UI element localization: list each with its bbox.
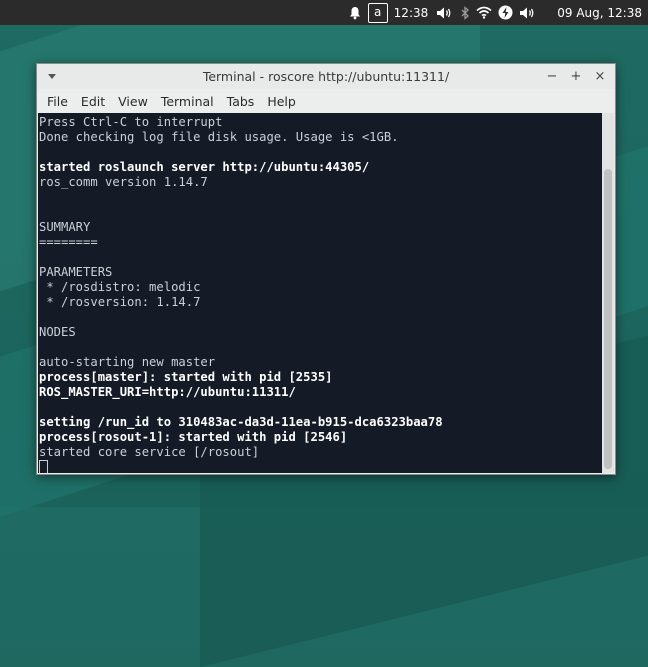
volume-icon[interactable] [519, 0, 537, 25]
terminal-line: * /rosversion: 1.14.7 [39, 295, 201, 309]
keyboard-layout-icon[interactable]: a [367, 0, 388, 25]
menu-bar: File Edit View Terminal Tabs Help [37, 89, 615, 113]
terminal-line: process[master]: started with pid [2535] [39, 370, 333, 384]
terminal-line: NODES [39, 325, 76, 339]
terminal-line: started roslaunch server http://ubuntu:4… [39, 160, 370, 174]
top-panel: a 12:38 09 Aug, 12:38 [0, 0, 648, 25]
terminal-output[interactable]: Press Ctrl-C to interrupt Done checking … [39, 115, 601, 473]
menu-view[interactable]: View [112, 94, 154, 109]
terminal-line: * /rosdistro: melodic [39, 280, 201, 294]
power-icon[interactable] [498, 0, 513, 25]
terminal-line: ======== [39, 235, 98, 249]
window-controls: − + × [545, 68, 607, 84]
keyboard-layout-label: a [367, 2, 388, 23]
terminal-line: ros_comm version 1.14.7 [39, 175, 208, 189]
panel-date[interactable]: 09 Aug, 12:38 [557, 0, 642, 25]
minimize-button[interactable]: − [545, 68, 559, 84]
bell-icon[interactable] [348, 0, 362, 25]
scrollbar-thumb[interactable] [604, 169, 612, 469]
menu-tabs[interactable]: Tabs [221, 94, 261, 109]
terminal-scrollbar[interactable] [602, 113, 614, 473]
terminal-line: Done checking log file disk usage. Usage… [39, 130, 399, 144]
panel-clock[interactable]: 12:38 [394, 0, 429, 25]
window-title: Terminal - roscore http://ubuntu:11311/ [202, 69, 450, 84]
menu-terminal[interactable]: Terminal [155, 94, 220, 109]
terminal-prompt-line [39, 460, 601, 473]
terminal-line: auto-starting new master [39, 355, 216, 369]
menu-help[interactable]: Help [261, 94, 302, 109]
terminal-cursor [39, 460, 48, 473]
terminal-line: SUMMARY [39, 220, 91, 234]
volume-icon[interactable] [436, 0, 454, 25]
terminal-line: PARAMETERS [39, 265, 113, 279]
terminal-line: ROS_MASTER_URI=http://ubuntu:11311/ [39, 385, 296, 399]
terminal-line: process[rosout-1]: started with pid [254… [39, 430, 348, 444]
terminal-line: started core service [/rosout] [39, 445, 260, 459]
wifi-icon[interactable] [476, 0, 492, 25]
close-button[interactable]: × [593, 68, 607, 84]
window-titlebar[interactable]: Terminal - roscore http://ubuntu:11311/ … [37, 64, 615, 89]
menu-file[interactable]: File [41, 94, 74, 109]
terminal-window: Terminal - roscore http://ubuntu:11311/ … [36, 63, 616, 475]
bluetooth-icon[interactable] [460, 0, 470, 25]
terminal-area[interactable]: Press Ctrl-C to interrupt Done checking … [38, 113, 614, 473]
system-tray: a 12:38 09 Aug, 12:38 [348, 0, 648, 25]
terminal-line: Press Ctrl-C to interrupt [39, 115, 223, 129]
terminal-line: setting /run_id to 310483ac-da3d-11ea-b9… [39, 415, 443, 429]
maximize-button[interactable]: + [569, 68, 583, 84]
menu-edit[interactable]: Edit [75, 94, 111, 109]
